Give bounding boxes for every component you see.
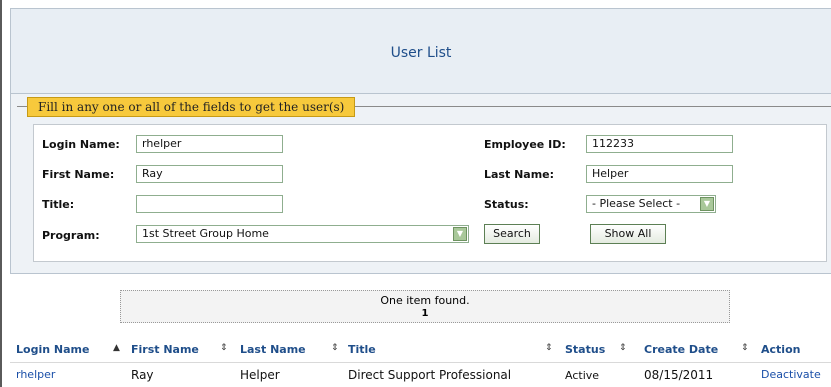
search-legend: Fill in any one or all of the fields to … [27,97,356,117]
first-name-input[interactable]: Ray [136,165,283,183]
cell-last-name: Helper [240,368,280,382]
program-select-value: 1st Street Group Home [142,227,269,240]
column-header-action: Action [761,343,801,356]
last-name-label: Last Name: [484,168,555,181]
search-panel: Fill in any one or all of the fields to … [10,94,831,274]
column-header-last-name[interactable]: Last Name [240,343,306,356]
status-select[interactable]: - Please Select - ▼ [586,195,716,213]
search-button[interactable]: Search [484,224,540,244]
chevron-down-icon[interactable]: ▼ [453,227,467,241]
page-title: User List [390,45,452,61]
title-input[interactable] [136,195,283,213]
program-select[interactable]: 1st Street Group Home ▼ [136,225,469,243]
cell-status: Active [565,369,600,382]
column-header-title[interactable]: Title [348,343,376,356]
table-row: rhelper Ray Helper Direct Support Profes… [10,362,831,384]
sort-icon[interactable]: ⇕ [741,343,749,353]
sort-icon[interactable]: ⇕ [545,343,553,353]
cell-title: Direct Support Professional [348,368,512,382]
page-header: User List [10,8,831,94]
search-form: Login Name: rhelper Employee ID: 112233 … [33,124,827,262]
results-count-text: One item found. [380,294,470,307]
cell-create-date: 08/15/2011 [644,368,714,382]
first-name-label: First Name: [42,168,115,181]
column-header-first-name[interactable]: First Name [131,343,199,356]
cell-first-name: Ray [131,368,154,382]
program-label: Program: [42,229,100,242]
status-label: Status: [484,198,529,211]
column-header-status[interactable]: Status [565,343,605,356]
column-header-create-date[interactable]: Create Date [644,343,718,356]
sort-ascending-icon[interactable]: ▲ [113,343,120,353]
last-name-input[interactable]: Helper [586,165,733,183]
status-select-value: - Please Select - [592,197,681,210]
sort-icon[interactable]: ⇕ [331,343,339,353]
cell-login-name[interactable]: rhelper [16,368,55,381]
sort-icon[interactable]: ⇕ [619,343,627,353]
results-summary: One item found. 1 [120,290,730,323]
deactivate-link[interactable]: Deactivate [761,368,821,381]
left-border [0,0,2,387]
table-header: Login Name ▲ First Name ⇕ Last Name ⇕ Ti… [10,340,831,360]
chevron-down-icon[interactable]: ▼ [700,197,714,211]
login-name-input[interactable]: rhelper [136,135,283,153]
show-all-button[interactable]: Show All [590,224,666,244]
pagination-page[interactable]: 1 [121,307,729,320]
employee-id-input[interactable]: 112233 [586,135,733,153]
title-label: Title: [42,198,75,211]
column-header-login-name[interactable]: Login Name [16,343,89,356]
login-name-label: Login Name: [42,138,120,151]
employee-id-label: Employee ID: [484,138,566,151]
sort-icon[interactable]: ⇕ [220,343,228,353]
